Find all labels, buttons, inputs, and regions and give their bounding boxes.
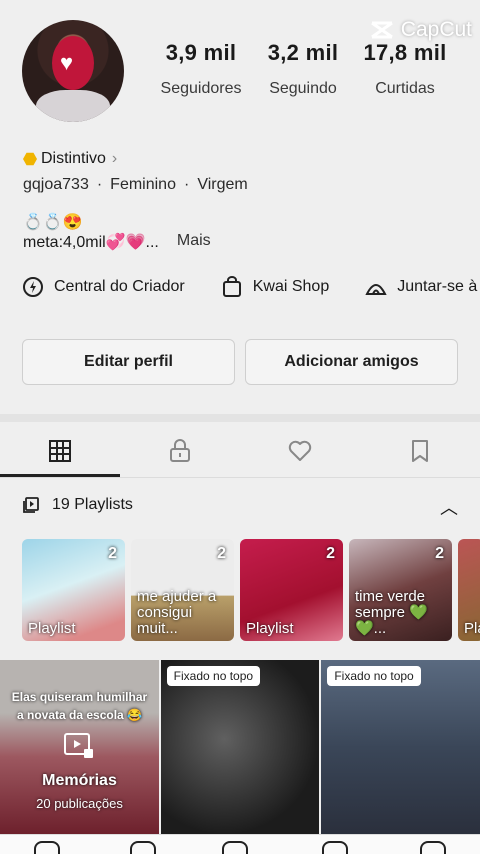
username: gqjoa733 bbox=[23, 176, 89, 193]
profile-icon[interactable] bbox=[420, 841, 446, 854]
profile-stats: 3,9 mil Seguidores 3,2 mil Seguindo 17,8… bbox=[150, 40, 456, 98]
bio-emoji-line: 💍💍😍 bbox=[23, 214, 83, 231]
following-label: Seguindo bbox=[269, 80, 337, 97]
likes-stat[interactable]: 17,8 mil Curtidas bbox=[354, 40, 456, 98]
playlist-card[interactable]: 2 Playlist bbox=[240, 539, 343, 641]
creator-center-label: Central do Criador bbox=[54, 278, 185, 295]
edit-profile-button[interactable]: Editar perfil bbox=[22, 339, 235, 385]
tent-icon bbox=[365, 284, 387, 295]
capcut-watermark: CapCut bbox=[369, 18, 472, 42]
pinned-badge: Fixado no topo bbox=[166, 666, 261, 686]
bio-more-link[interactable]: Mais bbox=[177, 232, 211, 252]
playlist-card[interactable]: Pla bbox=[458, 539, 480, 641]
tab-saved[interactable] bbox=[360, 424, 480, 477]
playlist-title: Playlist bbox=[28, 620, 76, 637]
playlist-card[interactable]: 2 Playlist bbox=[22, 539, 125, 641]
content-tabs bbox=[0, 424, 480, 478]
badge-hexagon-icon bbox=[23, 152, 37, 166]
followers-stat[interactable]: 3,9 mil Seguidores bbox=[150, 40, 252, 98]
creator-center-link[interactable]: Central do Criador bbox=[22, 276, 185, 298]
playlist-strip: 2 Playlist 2 me ajuder a consigui muit..… bbox=[22, 539, 480, 641]
bio: meta:4,0mil💞💗... Mais bbox=[23, 232, 211, 252]
playlist-title: time verde sempre 💚💚... bbox=[355, 588, 428, 637]
chevron-right-icon: › bbox=[111, 150, 118, 167]
create-icon[interactable] bbox=[222, 841, 248, 854]
pinned-post[interactable]: Fixado no topo bbox=[321, 660, 480, 836]
memories-video-icon bbox=[64, 733, 93, 758]
kwai-shop-link[interactable]: Kwai Shop bbox=[221, 276, 330, 298]
post-grid: Elas quiseram humilhar a novata da escol… bbox=[0, 660, 480, 836]
gender: Feminino bbox=[110, 176, 176, 193]
pinned-badge: Fixado no topo bbox=[327, 666, 421, 686]
memories-count: 20 publicações bbox=[36, 796, 123, 811]
grid-icon bbox=[49, 439, 71, 462]
playlists-header[interactable]: 19 Playlists bbox=[22, 496, 133, 514]
avatar[interactable]: ♥ bbox=[22, 20, 124, 122]
heart-sticker-icon: ♥ bbox=[60, 50, 74, 75]
badge-link[interactable]: Distintivo › bbox=[23, 150, 117, 168]
add-friends-button[interactable]: Adicionar amigos bbox=[245, 339, 458, 385]
home-icon[interactable] bbox=[34, 841, 60, 854]
playlist-count: 2 bbox=[108, 545, 117, 562]
kwai-shop-label: Kwai Shop bbox=[252, 278, 330, 295]
followers-label: Seguidores bbox=[160, 80, 242, 97]
capcut-label: CapCut bbox=[400, 18, 472, 41]
playlist-count: 2 bbox=[435, 545, 444, 562]
tab-private[interactable] bbox=[120, 424, 240, 477]
chevron-up-icon[interactable]: ︿ bbox=[440, 494, 458, 520]
playlist-icon bbox=[23, 497, 39, 513]
messages-icon[interactable] bbox=[322, 841, 348, 854]
playlist-title: me ajuder a consigui muit... bbox=[137, 588, 217, 637]
playlist-count: 2 bbox=[326, 545, 335, 562]
playlist-count: 2 bbox=[217, 545, 226, 562]
section-divider bbox=[0, 414, 480, 422]
following-count: 3,2 mil bbox=[267, 40, 339, 65]
followers-count: 3,9 mil bbox=[165, 40, 237, 65]
post-caption: Elas quiseram humilhar a novata da escol… bbox=[11, 690, 148, 722]
video-icon[interactable] bbox=[130, 841, 156, 854]
separator: · bbox=[183, 176, 190, 193]
separator: · bbox=[96, 176, 103, 193]
likes-count: 17,8 mil bbox=[363, 40, 447, 65]
bookmark-icon bbox=[412, 439, 428, 462]
memories-post[interactable]: Elas quiseram humilhar a novata da escol… bbox=[0, 660, 159, 836]
profile-info: gqjoa733 · Feminino · Virgem bbox=[23, 176, 248, 194]
following-stat[interactable]: 3,2 mil Seguindo bbox=[252, 40, 354, 98]
join-label: Juntar-se à bbox=[397, 278, 478, 295]
pinned-post[interactable]: Fixado no topo bbox=[160, 660, 320, 836]
active-tab-indicator bbox=[0, 474, 120, 477]
capcut-logo-icon bbox=[370, 21, 393, 39]
creator-links: Central do Criador Kwai Shop Juntar-se à bbox=[22, 276, 480, 298]
bottom-nav bbox=[0, 834, 480, 854]
heart-icon bbox=[288, 440, 312, 461]
tab-posts[interactable] bbox=[0, 424, 120, 477]
lightning-circle-icon bbox=[23, 277, 43, 297]
playlist-card[interactable]: 2 me ajuder a consigui muit... bbox=[131, 539, 234, 641]
avatar-shirt bbox=[36, 90, 110, 122]
tab-liked[interactable] bbox=[240, 424, 360, 477]
join-link[interactable]: Juntar-se à bbox=[365, 276, 477, 298]
likes-label: Curtidas bbox=[375, 80, 435, 97]
playlists-count-label: 19 Playlists bbox=[52, 496, 133, 513]
playlist-title: Playlist bbox=[246, 620, 294, 637]
zodiac-sign: Virgem bbox=[197, 176, 248, 193]
shopping-bag-icon bbox=[222, 276, 241, 297]
lock-icon bbox=[170, 438, 190, 462]
memories-title: Memórias bbox=[42, 772, 117, 789]
playlist-title: Pla bbox=[464, 620, 480, 637]
badge-label: Distintivo bbox=[41, 150, 106, 167]
bio-text: meta:4,0mil💞💗... bbox=[23, 234, 159, 251]
playlist-card[interactable]: 2 time verde sempre 💚💚... bbox=[349, 539, 452, 641]
